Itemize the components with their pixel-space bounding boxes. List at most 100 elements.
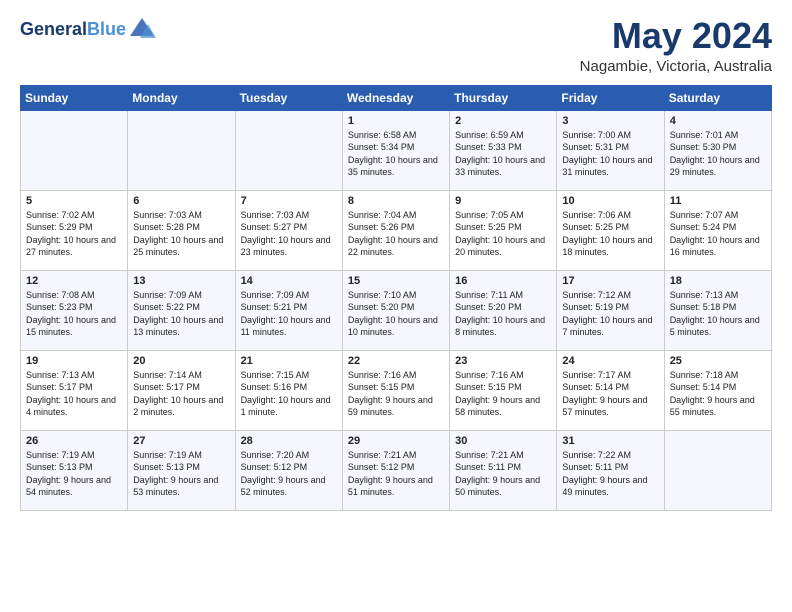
day-info: Sunrise: 7:16 AMSunset: 5:15 PMDaylight:… (455, 370, 540, 418)
header-row: Sunday Monday Tuesday Wednesday Thursday… (21, 85, 772, 110)
day-info: Sunrise: 7:03 AMSunset: 5:28 PMDaylight:… (133, 210, 223, 258)
table-row (21, 110, 128, 190)
day-number: 5 (26, 195, 122, 207)
day-number: 23 (455, 355, 551, 367)
table-row: 31 Sunrise: 7:22 AMSunset: 5:11 PMDaylig… (557, 430, 664, 510)
table-row: 12 Sunrise: 7:08 AMSunset: 5:23 PMDaylig… (21, 270, 128, 350)
day-number: 9 (455, 195, 551, 207)
table-row: 9 Sunrise: 7:05 AMSunset: 5:25 PMDayligh… (450, 190, 557, 270)
day-info: Sunrise: 7:17 AMSunset: 5:14 PMDaylight:… (562, 370, 647, 418)
logo-icon (128, 16, 156, 44)
day-info: Sunrise: 7:02 AMSunset: 5:29 PMDaylight:… (26, 210, 116, 258)
day-info: Sunrise: 7:03 AMSunset: 5:27 PMDaylight:… (241, 210, 331, 258)
table-row: 7 Sunrise: 7:03 AMSunset: 5:27 PMDayligh… (235, 190, 342, 270)
day-info: Sunrise: 7:01 AMSunset: 5:30 PMDaylight:… (670, 130, 760, 178)
table-row: 11 Sunrise: 7:07 AMSunset: 5:24 PMDaylig… (664, 190, 771, 270)
day-info: Sunrise: 7:21 AMSunset: 5:12 PMDaylight:… (348, 450, 433, 498)
day-number: 15 (348, 275, 444, 287)
day-info: Sunrise: 7:04 AMSunset: 5:26 PMDaylight:… (348, 210, 438, 258)
table-row: 19 Sunrise: 7:13 AMSunset: 5:17 PMDaylig… (21, 350, 128, 430)
logo-text: GeneralBlue (20, 19, 126, 41)
calendar-row: 26 Sunrise: 7:19 AMSunset: 5:13 PMDaylig… (21, 430, 772, 510)
day-number: 26 (26, 435, 122, 447)
day-number: 14 (241, 275, 337, 287)
table-row: 16 Sunrise: 7:11 AMSunset: 5:20 PMDaylig… (450, 270, 557, 350)
header: GeneralBlue May 2024 Nagambie, Victoria,… (20, 16, 772, 75)
day-info: Sunrise: 7:09 AMSunset: 5:21 PMDaylight:… (241, 290, 331, 338)
day-number: 24 (562, 355, 658, 367)
calendar-row: 19 Sunrise: 7:13 AMSunset: 5:17 PMDaylig… (21, 350, 772, 430)
day-number: 17 (562, 275, 658, 287)
month-title: May 2024 (580, 16, 772, 56)
table-row: 24 Sunrise: 7:17 AMSunset: 5:14 PMDaylig… (557, 350, 664, 430)
day-number: 31 (562, 435, 658, 447)
day-info: Sunrise: 7:10 AMSunset: 5:20 PMDaylight:… (348, 290, 438, 338)
day-info: Sunrise: 7:07 AMSunset: 5:24 PMDaylight:… (670, 210, 760, 258)
day-number: 28 (241, 435, 337, 447)
day-info: Sunrise: 7:12 AMSunset: 5:19 PMDaylight:… (562, 290, 652, 338)
day-number: 3 (562, 115, 658, 127)
table-row: 29 Sunrise: 7:21 AMSunset: 5:12 PMDaylig… (342, 430, 449, 510)
table-row: 14 Sunrise: 7:09 AMSunset: 5:21 PMDaylig… (235, 270, 342, 350)
table-row: 8 Sunrise: 7:04 AMSunset: 5:26 PMDayligh… (342, 190, 449, 270)
day-info: Sunrise: 7:05 AMSunset: 5:25 PMDaylight:… (455, 210, 545, 258)
calendar-row: 5 Sunrise: 7:02 AMSunset: 5:29 PMDayligh… (21, 190, 772, 270)
logo: GeneralBlue (20, 16, 156, 44)
day-number: 11 (670, 195, 766, 207)
day-number: 18 (670, 275, 766, 287)
table-row (128, 110, 235, 190)
table-row: 3 Sunrise: 7:00 AMSunset: 5:31 PMDayligh… (557, 110, 664, 190)
day-info: Sunrise: 7:09 AMSunset: 5:22 PMDaylight:… (133, 290, 223, 338)
table-row: 15 Sunrise: 7:10 AMSunset: 5:20 PMDaylig… (342, 270, 449, 350)
day-number: 19 (26, 355, 122, 367)
day-number: 20 (133, 355, 229, 367)
calendar-row: 12 Sunrise: 7:08 AMSunset: 5:23 PMDaylig… (21, 270, 772, 350)
day-number: 29 (348, 435, 444, 447)
day-number: 13 (133, 275, 229, 287)
day-number: 30 (455, 435, 551, 447)
col-saturday: Saturday (664, 85, 771, 110)
table-row: 18 Sunrise: 7:13 AMSunset: 5:18 PMDaylig… (664, 270, 771, 350)
table-row: 23 Sunrise: 7:16 AMSunset: 5:15 PMDaylig… (450, 350, 557, 430)
table-row: 2 Sunrise: 6:59 AMSunset: 5:33 PMDayligh… (450, 110, 557, 190)
col-monday: Monday (128, 85, 235, 110)
table-row: 28 Sunrise: 7:20 AMSunset: 5:12 PMDaylig… (235, 430, 342, 510)
table-row: 21 Sunrise: 7:15 AMSunset: 5:16 PMDaylig… (235, 350, 342, 430)
table-row: 1 Sunrise: 6:58 AMSunset: 5:34 PMDayligh… (342, 110, 449, 190)
day-info: Sunrise: 7:16 AMSunset: 5:15 PMDaylight:… (348, 370, 433, 418)
day-info: Sunrise: 7:19 AMSunset: 5:13 PMDaylight:… (26, 450, 111, 498)
day-info: Sunrise: 7:21 AMSunset: 5:11 PMDaylight:… (455, 450, 540, 498)
day-info: Sunrise: 7:00 AMSunset: 5:31 PMDaylight:… (562, 130, 652, 178)
day-number: 1 (348, 115, 444, 127)
day-info: Sunrise: 7:13 AMSunset: 5:18 PMDaylight:… (670, 290, 760, 338)
day-number: 12 (26, 275, 122, 287)
calendar-table: Sunday Monday Tuesday Wednesday Thursday… (20, 85, 772, 511)
day-info: Sunrise: 7:11 AMSunset: 5:20 PMDaylight:… (455, 290, 545, 338)
table-row: 25 Sunrise: 7:18 AMSunset: 5:14 PMDaylig… (664, 350, 771, 430)
table-row (235, 110, 342, 190)
table-row: 20 Sunrise: 7:14 AMSunset: 5:17 PMDaylig… (128, 350, 235, 430)
day-number: 27 (133, 435, 229, 447)
day-number: 6 (133, 195, 229, 207)
day-info: Sunrise: 7:18 AMSunset: 5:14 PMDaylight:… (670, 370, 755, 418)
day-number: 7 (241, 195, 337, 207)
day-info: Sunrise: 6:58 AMSunset: 5:34 PMDaylight:… (348, 130, 438, 178)
day-number: 8 (348, 195, 444, 207)
day-info: Sunrise: 7:13 AMSunset: 5:17 PMDaylight:… (26, 370, 116, 418)
table-row: 5 Sunrise: 7:02 AMSunset: 5:29 PMDayligh… (21, 190, 128, 270)
table-row (664, 430, 771, 510)
calendar-row: 1 Sunrise: 6:58 AMSunset: 5:34 PMDayligh… (21, 110, 772, 190)
day-number: 4 (670, 115, 766, 127)
day-info: Sunrise: 7:08 AMSunset: 5:23 PMDaylight:… (26, 290, 116, 338)
table-row: 10 Sunrise: 7:06 AMSunset: 5:25 PMDaylig… (557, 190, 664, 270)
table-row: 4 Sunrise: 7:01 AMSunset: 5:30 PMDayligh… (664, 110, 771, 190)
col-tuesday: Tuesday (235, 85, 342, 110)
day-number: 25 (670, 355, 766, 367)
table-row: 30 Sunrise: 7:21 AMSunset: 5:11 PMDaylig… (450, 430, 557, 510)
col-wednesday: Wednesday (342, 85, 449, 110)
page: GeneralBlue May 2024 Nagambie, Victoria,… (0, 0, 792, 521)
table-row: 13 Sunrise: 7:09 AMSunset: 5:22 PMDaylig… (128, 270, 235, 350)
day-info: Sunrise: 7:14 AMSunset: 5:17 PMDaylight:… (133, 370, 223, 418)
day-info: Sunrise: 7:22 AMSunset: 5:11 PMDaylight:… (562, 450, 647, 498)
day-info: Sunrise: 7:06 AMSunset: 5:25 PMDaylight:… (562, 210, 652, 258)
